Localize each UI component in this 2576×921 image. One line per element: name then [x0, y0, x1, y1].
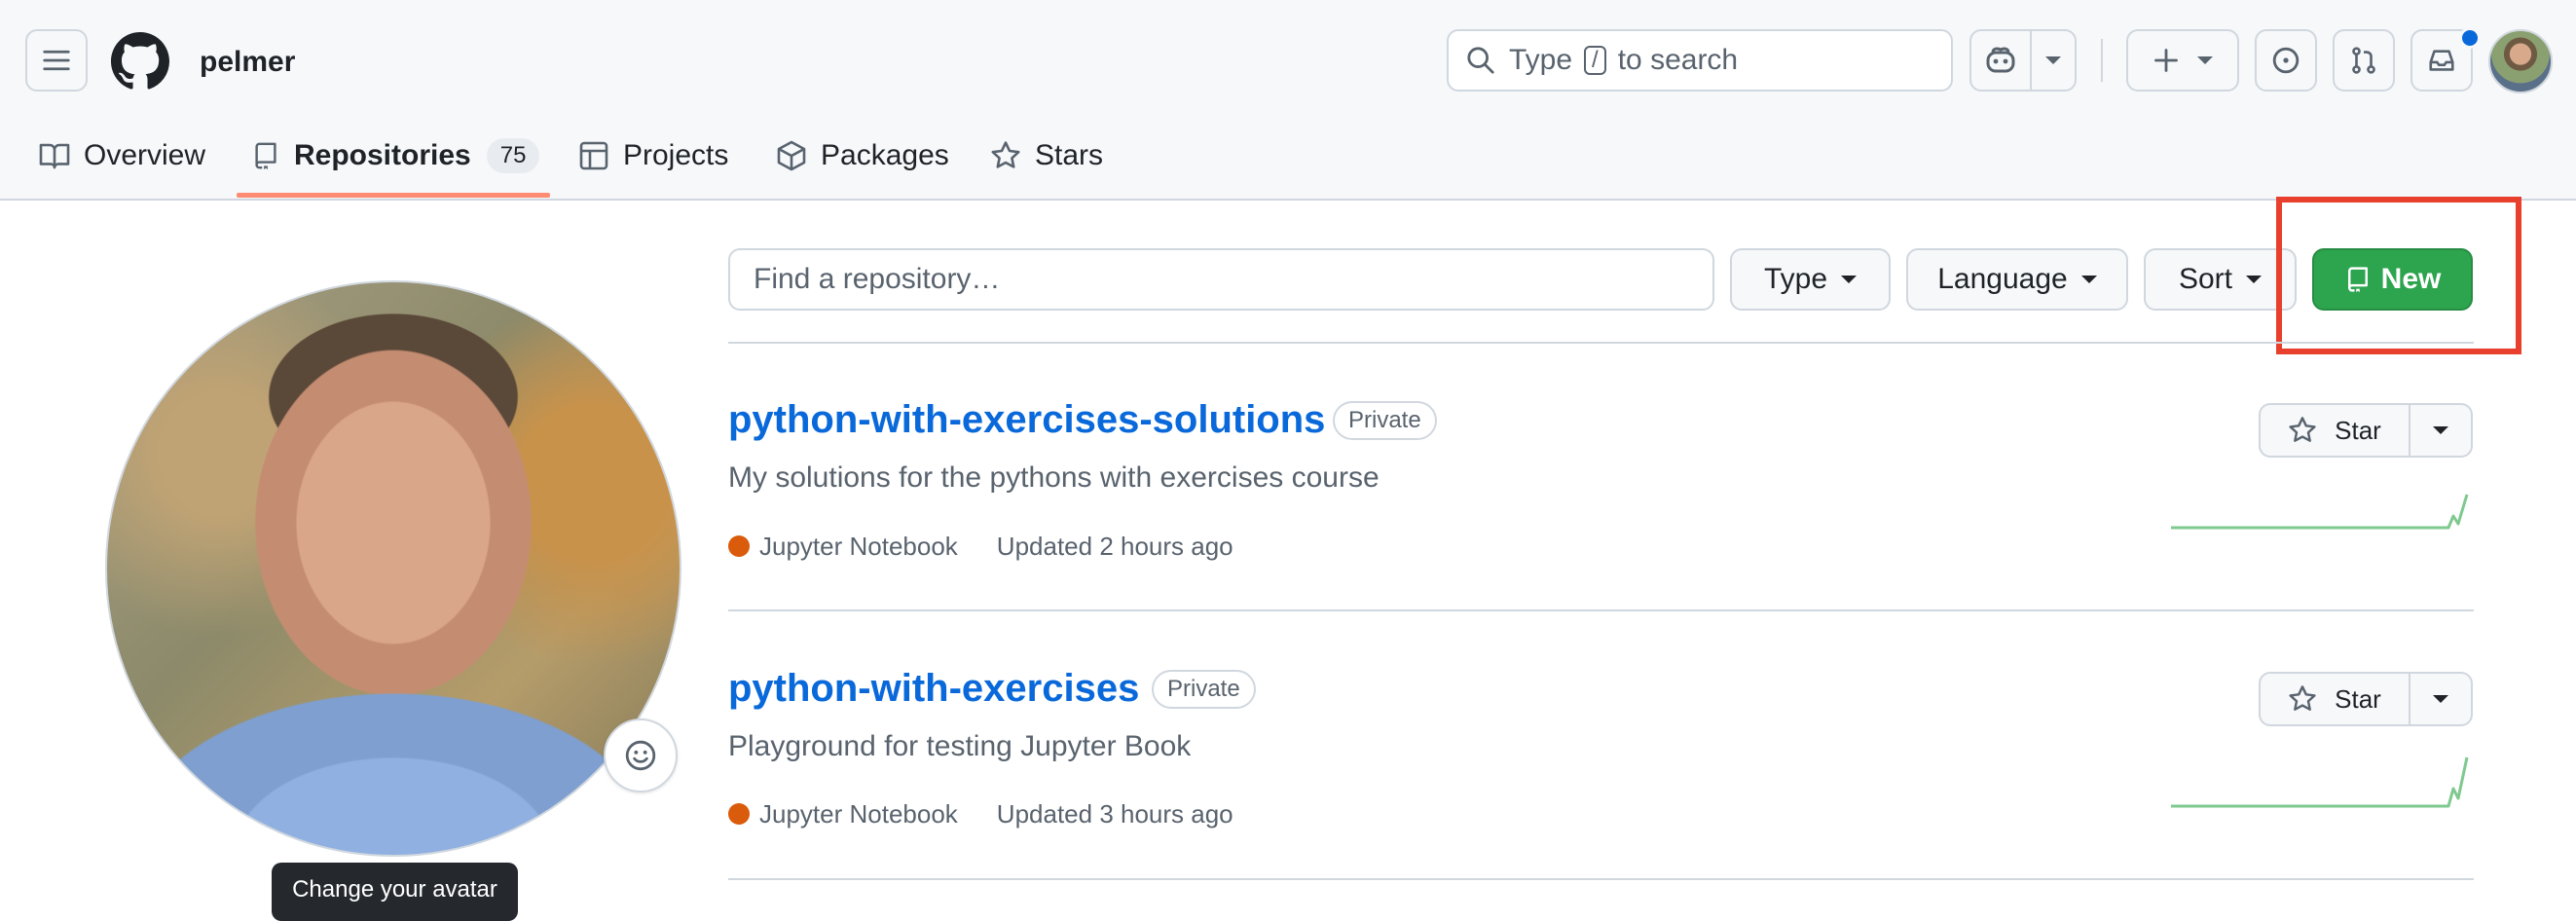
activity-sparkline — [2171, 756, 2469, 808]
star-icon — [2289, 685, 2316, 711]
chevron-down-icon — [1841, 276, 1858, 283]
table-icon — [579, 141, 608, 170]
tab-projects-label: Projects — [623, 139, 729, 171]
star-label: Star — [2335, 415, 2381, 445]
set-status-button[interactable] — [604, 718, 678, 792]
search-icon — [1467, 47, 1494, 74]
header-divider — [2101, 39, 2103, 82]
list-divider — [728, 878, 2474, 880]
tab-stars[interactable]: Stars — [990, 136, 1103, 175]
chevron-down-icon — [2433, 426, 2448, 434]
star-button-group: Star — [2259, 403, 2473, 458]
type-filter-button[interactable]: Type — [1730, 248, 1891, 311]
language-color-dot — [728, 535, 750, 557]
tab-overview[interactable]: Overview — [39, 136, 205, 175]
hamburger-icon — [43, 50, 70, 71]
repo-language: Jupyter Notebook — [759, 532, 958, 561]
list-divider — [728, 342, 2474, 344]
star-icon — [2289, 417, 2316, 442]
sort-filter-button[interactable]: Sort — [2144, 248, 2297, 311]
tab-packages-label: Packages — [821, 139, 949, 171]
global-search-input[interactable]: Type / to search — [1447, 29, 1953, 92]
pull-request-icon — [2352, 47, 2375, 74]
chevron-down-icon — [2246, 276, 2263, 283]
copilot-dropdown-button[interactable] — [2030, 29, 2077, 92]
copilot-icon — [1986, 47, 2015, 73]
star-button[interactable]: Star — [2261, 674, 2410, 724]
visibility-badge: Private — [1333, 401, 1437, 440]
star-button-group: Star — [2259, 672, 2473, 726]
repo-meta: Jupyter Notebook Updated 3 hours ago — [728, 796, 1233, 831]
username-link[interactable]: pelmer — [200, 43, 295, 82]
repo-icon — [255, 142, 276, 170]
star-label: Star — [2335, 683, 2381, 714]
visibility-badge: Private — [1152, 670, 1256, 709]
pull-requests-button[interactable] — [2333, 29, 2395, 92]
copilot-button[interactable] — [1969, 29, 2032, 92]
type-filter-label: Type — [1763, 263, 1828, 295]
menu-button[interactable] — [25, 29, 88, 92]
highlight-annotation-box — [2276, 197, 2521, 354]
chevron-down-icon — [2433, 695, 2448, 703]
repo-name-link[interactable]: python-with-exercises-solutions — [728, 394, 1325, 445]
github-logo-icon[interactable] — [111, 32, 169, 91]
search-prefix-text: Type — [1509, 44, 1573, 76]
tab-overview-label: Overview — [84, 139, 206, 171]
language-filter-button[interactable]: Language — [1906, 248, 2128, 311]
tab-stars-label: Stars — [1035, 139, 1104, 171]
star-list-dropdown[interactable] — [2410, 674, 2471, 724]
repo-language: Jupyter Notebook — [759, 799, 958, 829]
search-suffix-text: to search — [1617, 44, 1739, 76]
inbox-icon — [2429, 50, 2454, 71]
star-list-dropdown[interactable] — [2410, 405, 2471, 456]
active-tab-indicator — [237, 193, 550, 198]
language-color-dot — [728, 803, 750, 825]
find-repository-input[interactable] — [728, 248, 1714, 311]
notification-indicator — [2459, 27, 2481, 49]
user-avatar[interactable] — [2488, 29, 2553, 93]
issue-opened-icon — [2272, 47, 2300, 74]
repo-updated-time: Updated 3 hours ago — [996, 799, 1233, 829]
tab-projects[interactable]: Projects — [578, 136, 728, 175]
chevron-down-icon — [2197, 56, 2213, 64]
repo-name-link[interactable]: python-with-exercises — [728, 663, 1139, 714]
repo-description: Playground for testing Jupyter Book — [728, 730, 1192, 762]
app-header: pelmer Type / to search Overview Reposit… — [0, 0, 2576, 201]
plus-icon — [2154, 49, 2178, 72]
chevron-down-icon — [2080, 276, 2097, 283]
tab-packages[interactable]: Packages — [776, 136, 949, 175]
repo-description: My solutions for the pythons with exerci… — [728, 461, 1380, 494]
language-filter-label: Language — [1937, 263, 2068, 295]
star-button[interactable]: Star — [2261, 405, 2410, 456]
tab-repositories-label: Repositories — [294, 139, 471, 171]
repo-updated-time: Updated 2 hours ago — [996, 532, 1233, 561]
issues-button[interactable] — [2255, 29, 2317, 92]
create-new-button[interactable] — [2126, 29, 2239, 92]
package-icon — [777, 140, 806, 171]
tab-repositories[interactable]: Repositories 75 — [251, 136, 540, 175]
chevron-down-icon — [2045, 56, 2061, 64]
star-icon — [991, 141, 1020, 168]
search-shortcut-key: / — [1584, 46, 1606, 75]
repositories-count-badge: 75 — [486, 138, 540, 173]
smiley-icon — [625, 740, 656, 771]
repo-meta: Jupyter Notebook Updated 2 hours ago — [728, 529, 1233, 564]
book-icon — [39, 143, 70, 169]
list-divider — [728, 609, 2474, 611]
sort-filter-label: Sort — [2178, 263, 2233, 295]
avatar-tooltip: Change your avatar — [272, 863, 518, 921]
profile-avatar-photo[interactable] — [105, 280, 681, 857]
activity-sparkline — [2171, 494, 2469, 530]
